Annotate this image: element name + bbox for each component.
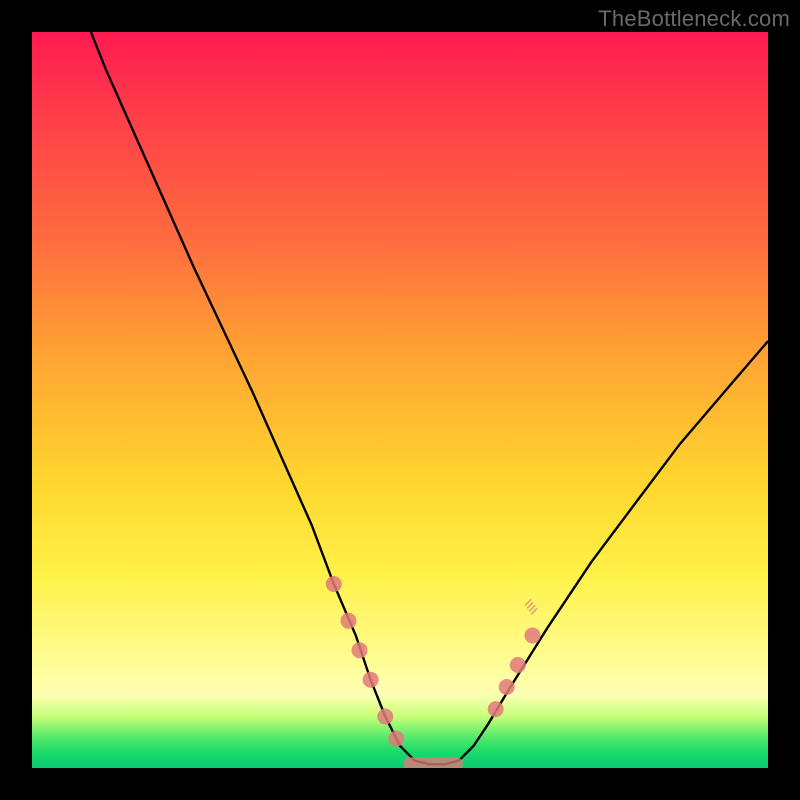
curve-marker [510, 657, 526, 673]
outer-frame: TheBottleneck.com [0, 0, 800, 800]
plot-area [32, 32, 768, 768]
curve-marker [352, 642, 368, 658]
curve-marker [341, 613, 357, 629]
curve-marker [388, 731, 404, 747]
curve-marker [377, 709, 393, 725]
bottleneck-curve [91, 32, 768, 764]
curve-marker [488, 701, 504, 717]
plateau-marker [404, 757, 463, 768]
small-streak-icon [525, 599, 537, 614]
markers-right-arm [488, 628, 541, 718]
curve-marker [499, 679, 515, 695]
curve-marker [326, 576, 342, 592]
chart-svg [32, 32, 768, 768]
watermark-text: TheBottleneck.com [598, 6, 790, 32]
curve-marker [525, 628, 541, 644]
curve-marker [363, 672, 379, 688]
